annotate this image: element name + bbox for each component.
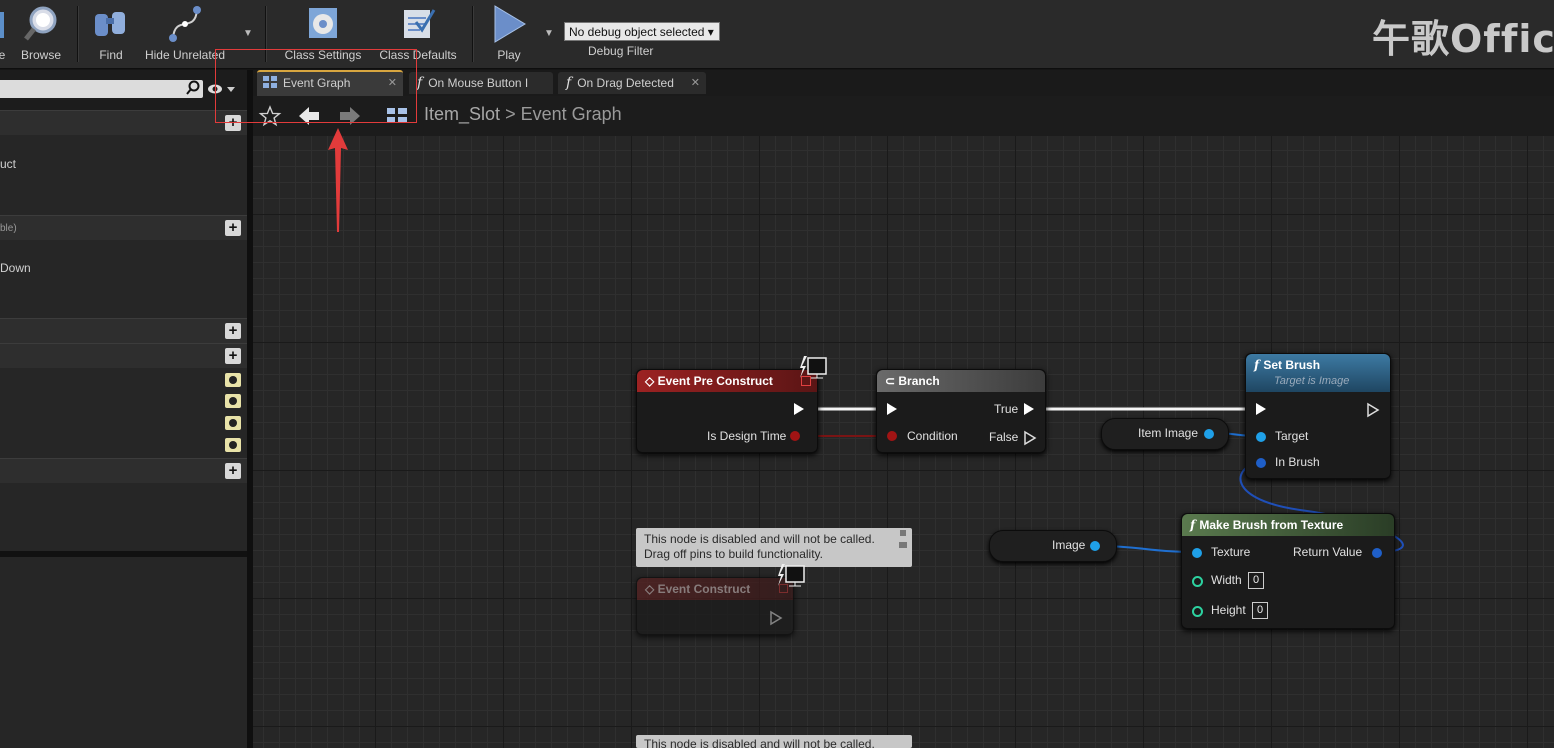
- exec-true-pin[interactable]: [1024, 403, 1034, 415]
- condition-pin[interactable]: [887, 431, 897, 441]
- bool-pin[interactable]: [790, 431, 800, 441]
- node-make-brush-from-texture[interactable]: f Make Brush from Texture Texture Return…: [1181, 513, 1395, 629]
- highlight-annotation: [215, 49, 417, 123]
- height-input[interactable]: 0: [1252, 602, 1268, 619]
- node-set-brush[interactable]: f Set Brush Target is Image Target In Br…: [1245, 353, 1391, 479]
- function-icon: f: [1254, 358, 1264, 372]
- node-branch[interactable]: ⊂ Branch True Condition False: [876, 369, 1046, 453]
- texture-pin[interactable]: [1192, 548, 1202, 558]
- in-brush-pin[interactable]: [1256, 458, 1266, 468]
- object-pin[interactable]: [1204, 429, 1214, 439]
- exec-out-pin[interactable]: [1367, 402, 1380, 418]
- disabled-node-comment: This node is disabled and will not be ca…: [636, 735, 912, 748]
- event-icon: ◇: [645, 582, 658, 596]
- object-pin[interactable]: [1090, 541, 1100, 551]
- exec-in-pin[interactable]: [1256, 403, 1266, 415]
- disabled-node-comment: This node is disabled and will not be ca…: [636, 528, 912, 567]
- branch-icon: ⊂: [885, 374, 899, 388]
- variable-item-image[interactable]: Item Image: [1101, 418, 1229, 450]
- return-value-pin[interactable]: [1372, 548, 1382, 558]
- width-pin[interactable]: [1192, 576, 1203, 587]
- variable-image[interactable]: Image: [989, 530, 1117, 562]
- exec-out-pin[interactable]: [794, 403, 804, 415]
- node-event-pre-construct[interactable]: ◇ Event Pre Construct Is Design Time: [636, 369, 818, 453]
- target-pin[interactable]: [1256, 432, 1266, 442]
- exec-out-pin[interactable]: [770, 610, 783, 626]
- annotation-arrow: [328, 128, 348, 232]
- node-event-construct[interactable]: ◇ Event Construct: [636, 577, 794, 635]
- exec-in-pin[interactable]: [887, 403, 897, 415]
- function-icon: f: [1190, 518, 1200, 532]
- exec-false-pin[interactable]: [1024, 430, 1037, 446]
- height-pin[interactable]: [1192, 606, 1203, 617]
- event-icon: ◇: [645, 374, 658, 388]
- width-input[interactable]: 0: [1248, 572, 1264, 589]
